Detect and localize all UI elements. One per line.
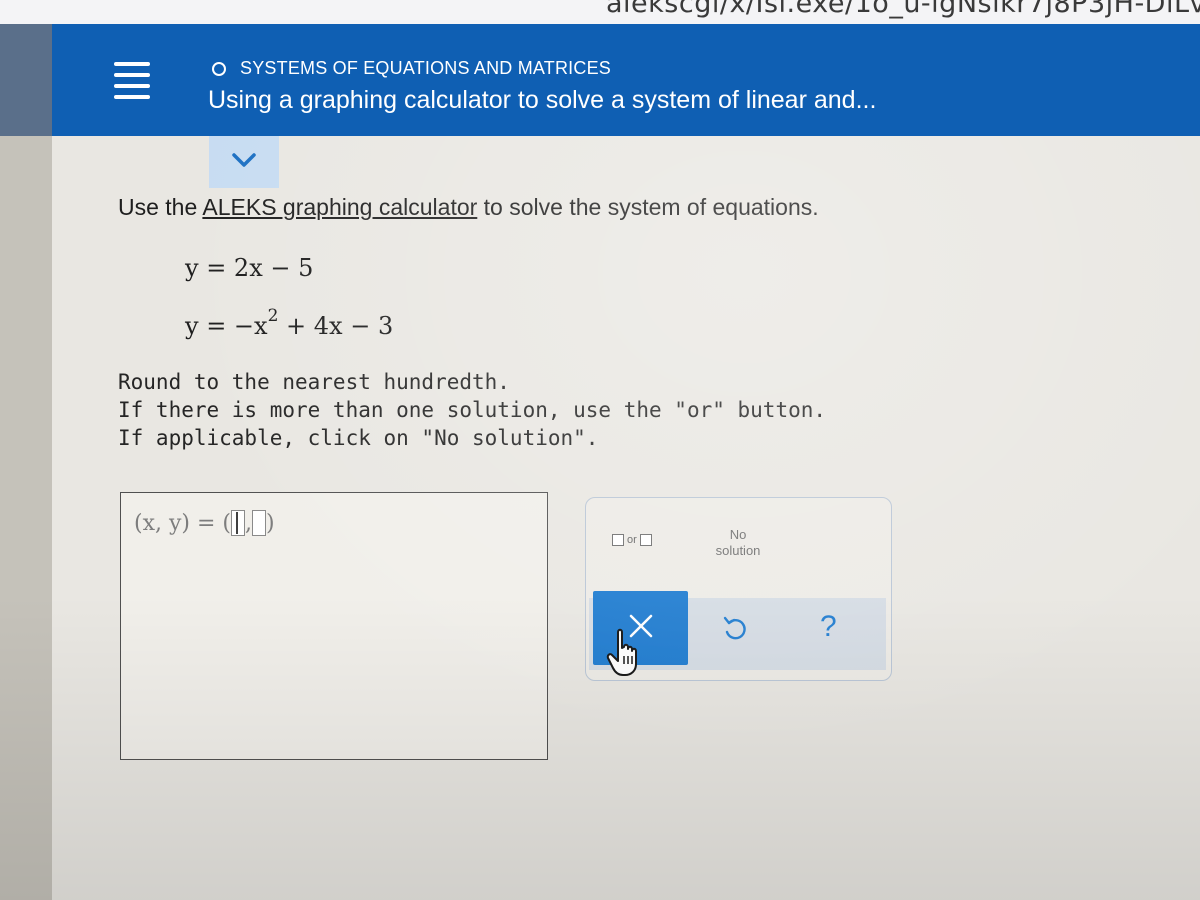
no-solution-button[interactable]: No solution [700, 527, 776, 559]
or-left-box-icon [612, 534, 624, 546]
instruction-or: If there is more than one solution, use … [118, 398, 827, 422]
header-left-edge [0, 24, 52, 136]
hamburger-icon[interactable] [114, 62, 150, 100]
lesson-title: Using a graphing calculator to solve a s… [208, 86, 877, 114]
instruction-round: Round to the nearest hundredth. [118, 370, 510, 394]
y-value-input[interactable] [252, 510, 266, 536]
chevron-down-icon[interactable] [232, 152, 256, 168]
browser-url-bar[interactable]: alekscgi/x/Isl.exe/1o_u-lgNslkr7j8P3jH-D… [0, 0, 1200, 24]
text-caret [236, 512, 238, 534]
no-solution-label-2: solution [715, 543, 761, 558]
equation-2: y = −x2 + 4x − 3 [185, 306, 394, 340]
x-value-input[interactable] [231, 510, 245, 536]
or-button[interactable]: or [612, 534, 652, 546]
left-margin [0, 136, 52, 900]
hand-pointer-icon [606, 628, 637, 676]
or-right-box-icon [639, 534, 652, 546]
answer-close: ) [266, 510, 275, 536]
problem-prompt: Use the ALEKS graphing calculator to sol… [118, 194, 819, 220]
equation-1: y = 2x − 5 [185, 254, 314, 282]
topic-label: SYSTEMS OF EQUATIONS AND MATRICES [240, 58, 611, 78]
or-label: or [627, 534, 637, 546]
circle-icon [212, 61, 226, 76]
top-header: SYSTEMS OF EQUATIONS AND MATRICES Using … [0, 24, 1200, 136]
answer-expression: (x, y) = ( , ) [134, 510, 275, 536]
undo-icon[interactable] [720, 614, 750, 644]
answer-lhs: (x, y) = ( [134, 510, 231, 536]
help-button[interactable]: ? [820, 610, 837, 644]
graphing-calculator-link[interactable]: ALEKS graphing calculator [202, 194, 477, 220]
instruction-no-solution: If applicable, click on "No solution". [118, 426, 599, 450]
aleks-page: alekscgi/x/Isl.exe/1o_u-lgNslkr7j8P3jH-D… [0, 0, 1200, 900]
no-solution-label-1: No [729, 527, 747, 542]
url-text: alekscgi/x/Isl.exe/1o_u-lgNslkr7j8P3jH-D… [606, 0, 1200, 19]
topic-row: SYSTEMS OF EQUATIONS AND MATRICES [212, 58, 611, 79]
answer-separator: , [245, 510, 252, 536]
